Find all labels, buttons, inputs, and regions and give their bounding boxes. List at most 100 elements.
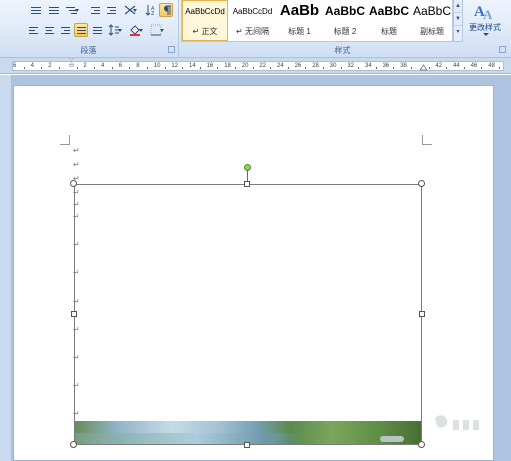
ruler-tick (375, 67, 377, 69)
style-name: 标题 (381, 27, 397, 36)
style-no-spacing[interactable]: AaBbCcDd ↵ 无间隔 (229, 0, 276, 41)
more-styles-icon[interactable]: ▾ (454, 26, 462, 39)
ruler-tick (393, 67, 395, 69)
line-spacing-button[interactable] (106, 23, 124, 37)
ruler-number: 6 (118, 63, 122, 69)
ruler-number: 16 (206, 63, 214, 69)
ruler-tick (481, 67, 483, 69)
distributed-button[interactable] (90, 23, 104, 37)
resize-handle-top-left[interactable] (70, 180, 77, 187)
ruler-number: 6 (13, 63, 17, 69)
style-heading-2[interactable]: AaBbC 标题 2 (323, 0, 367, 41)
ruler-number: 18 (224, 63, 231, 69)
crop-mark-top-left (60, 135, 70, 145)
ruler-tick (199, 67, 201, 69)
ruler-scale: 6 4 2 2 4 6 8 10 12 14 16 18 20 22 24 26 28 30 32 34 36 38 42 4… (12, 61, 504, 71)
justify-button[interactable] (74, 23, 88, 37)
ruler-tick (76, 67, 78, 69)
ruler-number: 30 (329, 63, 337, 69)
ruler-tick (340, 67, 342, 69)
resize-handle-right[interactable] (419, 311, 425, 317)
watermark-logo (435, 415, 479, 430)
ruler-tick (129, 67, 131, 69)
paragraph-group-label: 段落 (80, 46, 97, 55)
style-sample: AaBbC (412, 4, 452, 18)
change-styles-icon: A A (474, 4, 493, 21)
paragraph-dialog-launcher[interactable] (168, 46, 175, 53)
ruler-number: 36 (382, 63, 390, 69)
rotation-handle[interactable] (244, 164, 251, 171)
align-right-button[interactable] (58, 23, 72, 37)
ruler-number: 44 (453, 63, 460, 69)
ruler-number: 2 (48, 63, 52, 69)
show-hide-marks-button[interactable] (159, 3, 173, 17)
borders-button[interactable] (148, 23, 166, 37)
change-styles-button[interactable]: A A 更改样式 (465, 0, 505, 42)
ruler-number: 32 (347, 63, 355, 69)
resize-handle-bottom[interactable] (244, 442, 250, 448)
style-heading-1[interactable]: AaBb 标题 1 (277, 0, 322, 41)
ruler-number: 4 (30, 63, 34, 69)
ruler-number: 14 (189, 63, 196, 69)
ruler-number: 46 (470, 63, 478, 69)
scroll-up-icon[interactable]: ▲ (454, 0, 462, 13)
ruler-tick (217, 67, 219, 69)
style-subtitle[interactable]: AaBbC 副标题 (411, 0, 453, 41)
decrease-indent-button[interactable] (88, 3, 102, 17)
ruler-number: 2 (83, 63, 87, 69)
ruler-tick (428, 67, 430, 69)
indent-marker-icon[interactable] (68, 58, 75, 67)
ruler-tick (252, 67, 254, 69)
shading-button[interactable] (127, 23, 145, 37)
styles-gallery: AaBbCcDd ↵ 正文 AaBbCcDd ↵ 无间隔 AaBb 标题 1 A… (181, 0, 453, 42)
ruler-tick (59, 67, 60, 69)
ruler-tick (41, 67, 43, 69)
chinese-layout-button[interactable] (121, 3, 139, 17)
ruler-number: 20 (241, 63, 249, 69)
resize-handle-top[interactable] (244, 181, 250, 187)
ruler-tick (463, 67, 465, 69)
style-sample: AaBb (279, 2, 320, 19)
ruler-number: 22 (259, 63, 267, 69)
increase-indent-button[interactable] (104, 3, 118, 17)
paragraph-mark: ↵ (73, 146, 80, 155)
style-title[interactable]: AaBbC 标题 (368, 0, 410, 41)
ruler-number: 12 (171, 63, 179, 69)
ruler-number: 48 (488, 63, 495, 69)
sort-button[interactable]: AZ (143, 3, 157, 17)
crop-mark-top-right (422, 135, 432, 145)
style-sample: AaBbC (369, 4, 409, 18)
ruler-number: 8 (136, 63, 140, 69)
bullets-button[interactable] (26, 3, 42, 17)
style-name: 标题 2 (333, 27, 357, 36)
align-center-button[interactable] (42, 23, 56, 37)
horizontal-ruler[interactable]: 6 4 2 2 4 6 8 10 12 14 16 18 20 22 24 26 28 30 32 34 36 38 42 4… (0, 58, 511, 74)
resize-handle-bottom-right[interactable] (418, 441, 425, 448)
svg-text:Z: Z (151, 11, 155, 16)
ruler-number: 28 (312, 63, 319, 69)
styles-group-label: 样式 (334, 46, 351, 55)
ribbon: AZ 段落 AaBbCcDd ↵ 正文 AaBbCcDd ↵ 无间隔 AaBb … (0, 0, 511, 58)
resize-handle-top-right[interactable] (418, 180, 425, 187)
right-indent-marker-icon[interactable] (420, 62, 427, 71)
ruler-tick (358, 67, 360, 69)
style-sample: AaBbCcDd (185, 7, 225, 16)
styles-gallery-scroll[interactable]: ▲ ▼ ▾ (453, 0, 463, 42)
ruler-tick (411, 67, 412, 69)
vertical-ruler[interactable] (0, 75, 12, 461)
style-normal[interactable]: AaBbCcDd ↵ 正文 (182, 0, 228, 41)
multilevel-list-button[interactable] (63, 3, 81, 17)
sort-icon: AZ (145, 5, 155, 16)
resize-handle-bottom-left[interactable] (70, 441, 77, 448)
change-styles-label: 更改样式 (469, 23, 501, 32)
styles-dialog-launcher[interactable] (499, 46, 506, 53)
align-left-button[interactable] (26, 23, 40, 37)
ruler-number: 4 (101, 63, 105, 69)
scroll-down-icon[interactable]: ▼ (454, 13, 462, 26)
resize-handle-left[interactable] (71, 311, 77, 317)
ruler-number: 26 (294, 63, 302, 69)
paragraph-mark: ↵ (73, 160, 80, 169)
ruler-number: 42 (435, 63, 443, 69)
numbering-button[interactable] (44, 3, 60, 17)
drawing-canvas[interactable] (74, 184, 422, 445)
